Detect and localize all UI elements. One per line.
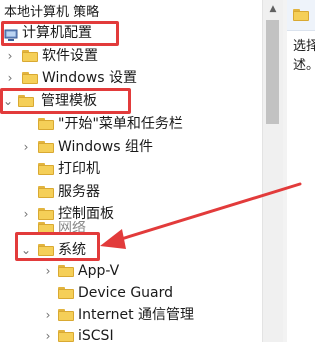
pointer-arrow-icon (100, 182, 302, 249)
group-policy-editor-window: 本地计算机 策略 计算机配置 › 软件设置 › Windows 设置 ⌄ 管理模… (0, 0, 315, 342)
